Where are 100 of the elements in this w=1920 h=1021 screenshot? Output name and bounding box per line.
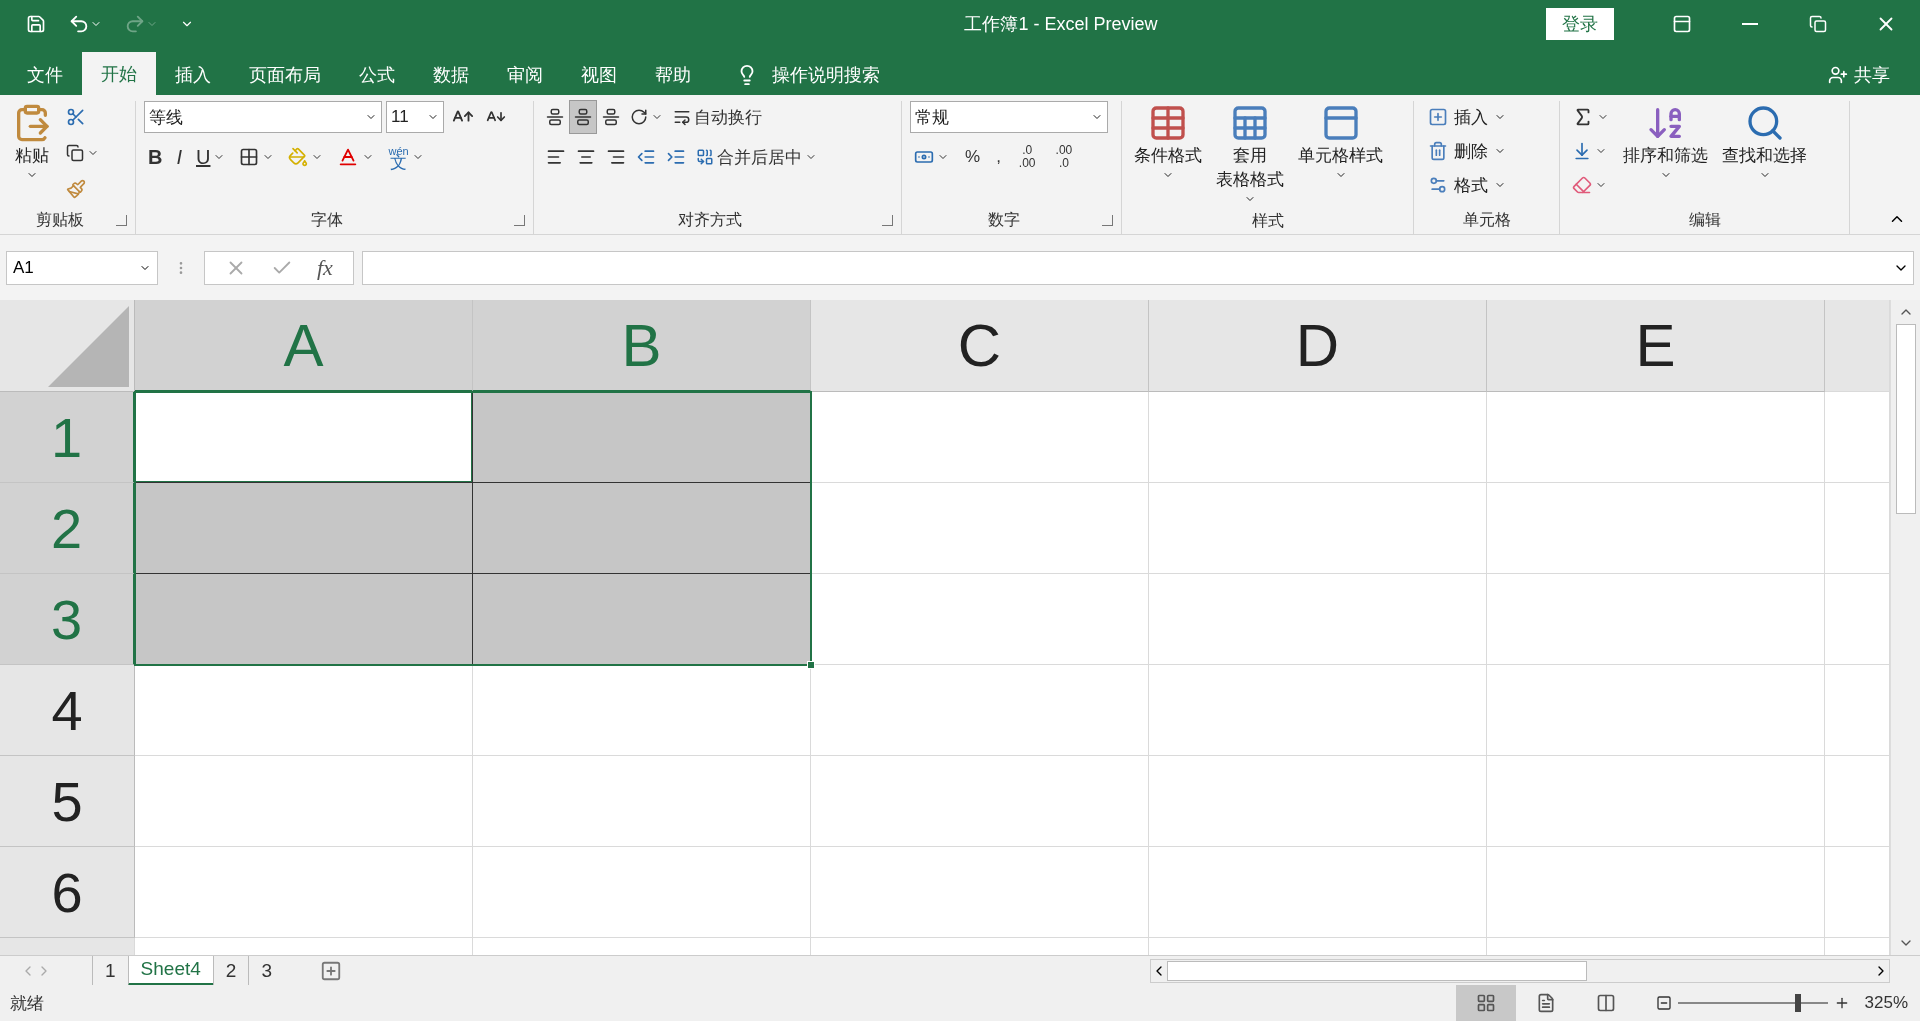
name-box[interactable]: A1 <box>6 250 158 285</box>
slider-thumb[interactable] <box>1795 994 1801 1012</box>
find-select-button[interactable]: 查找和选择 <box>1718 101 1811 206</box>
cells-button[interactable]: 插入 <box>1422 101 1512 133</box>
row-header[interactable]: 3 <box>0 574 135 665</box>
ribbon-tab[interactable]: 公式 <box>340 55 414 95</box>
merge-icon <box>696 148 714 166</box>
ribbon-tab[interactable]: 文件 <box>8 55 82 95</box>
wrap-text-button[interactable]: 自动换行 <box>669 101 766 133</box>
zoom-level: 325% <box>1863 993 1909 1013</box>
scrollbar-thumb[interactable] <box>1895 324 1916 514</box>
fill-handle[interactable] <box>807 661 815 669</box>
table-cell[interactable] <box>473 392 811 483</box>
underline-button[interactable]: U <box>192 141 230 173</box>
column-header[interactable]: C <box>811 300 1149 392</box>
row-header[interactable]: 6 <box>0 847 135 938</box>
group-label: 样式 <box>1250 210 1285 231</box>
percent-button[interactable]: % <box>961 141 985 173</box>
dialog-launcher-icon[interactable] <box>882 214 893 226</box>
scrollbar-thumb[interactable] <box>1167 960 1587 981</box>
ribbon-tab[interactable]: 页面布局 <box>230 55 340 95</box>
minimize-icon[interactable] <box>1742 23 1758 25</box>
paste-button[interactable]: 粘贴 <box>8 101 56 206</box>
group-label: 剪贴板 <box>35 210 85 230</box>
ribbon-tab[interactable]: 数据 <box>414 55 488 95</box>
horizontal-scrollbar[interactable] <box>1150 958 1890 983</box>
columns-icon <box>1596 993 1616 1013</box>
paintbrush-icon <box>66 179 86 199</box>
group-label: 字体 <box>310 210 344 230</box>
align-icon <box>602 108 620 126</box>
tell-me-search[interactable]: 操作说明搜索 <box>772 63 880 87</box>
select-all-button[interactable] <box>0 300 135 392</box>
vertical-scrollbar[interactable] <box>1890 300 1920 955</box>
group-label: 编辑 <box>1687 210 1722 230</box>
trash-icon <box>1428 141 1448 161</box>
table-icon <box>1230 103 1270 143</box>
formula-input[interactable] <box>361 250 1914 285</box>
sign-in-button[interactable]: 登录 <box>1546 8 1614 40</box>
indent-decrease-icon <box>636 147 656 167</box>
ribbon-tab[interactable]: 审阅 <box>488 55 562 95</box>
bold-button[interactable]: B <box>144 141 167 173</box>
font-name-field[interactable]: 等线 <box>144 101 382 133</box>
comma-button[interactable]: , <box>992 141 1005 173</box>
row-header[interactable]: 1 <box>0 392 135 483</box>
scissors-icon <box>66 107 86 127</box>
dialog-launcher-icon[interactable] <box>514 214 525 226</box>
style-button[interactable]: 套用 表格格式 <box>1212 101 1288 207</box>
merge-center-button[interactable]: 合并后居中 <box>692 141 821 173</box>
number-format-field[interactable]: 常规 <box>910 101 1108 133</box>
vertical-align-button[interactable] <box>570 101 596 133</box>
share-icon <box>1828 65 1848 85</box>
column-header[interactable]: E <box>1487 300 1825 392</box>
undo-icon <box>68 13 90 35</box>
ribbon-tab[interactable]: 帮助 <box>636 55 710 95</box>
increase-decimal-button[interactable]: .0 .00 <box>1012 143 1042 171</box>
add-sheet-icon <box>319 959 342 982</box>
group-label: 数字 <box>987 210 1021 230</box>
cells-button[interactable]: 删除 <box>1422 135 1512 167</box>
dialog-launcher-icon[interactable] <box>1102 214 1113 226</box>
table-cell[interactable] <box>135 483 473 574</box>
column-header[interactable] <box>1825 300 1890 392</box>
column-header[interactable]: B <box>473 300 811 392</box>
dialog-launcher-icon[interactable] <box>116 214 127 226</box>
italic-button[interactable]: I <box>172 141 186 173</box>
window-title: 工作簿1 - Excel Preview <box>963 13 1159 36</box>
page-icon <box>1536 993 1556 1013</box>
decrease-decimal-button[interactable]: .00 .0 <box>1049 143 1079 171</box>
rotate-icon <box>630 108 648 126</box>
column-header[interactable]: D <box>1149 300 1487 392</box>
indent-increase-icon <box>666 147 686 167</box>
row-header[interactable]: 5 <box>0 756 135 847</box>
group-label: 对齐方式 <box>677 210 743 230</box>
row-header[interactable]: 2 <box>0 483 135 574</box>
sort-filter-button[interactable]: 排序和筛选 <box>1619 101 1712 206</box>
table-cell[interactable] <box>135 392 473 483</box>
copy-icon <box>66 144 84 162</box>
status-text: 就绪 <box>10 992 45 1015</box>
insert-function-button[interactable]: fx <box>317 254 333 281</box>
style-button[interactable]: 条件格式 <box>1130 101 1206 207</box>
redo-icon <box>124 13 146 35</box>
ribbon-tab[interactable]: 插入 <box>156 55 230 95</box>
align-icon <box>574 108 592 126</box>
sheet-tab[interactable]: Sheet4 <box>127 955 213 986</box>
view-button[interactable] <box>1456 985 1516 1021</box>
ribbon-tab[interactable]: 视图 <box>562 55 636 95</box>
restore-icon <box>1809 15 1827 33</box>
row-header[interactable]: 4 <box>0 665 135 756</box>
table-cell[interactable] <box>473 483 811 574</box>
font-size-field[interactable]: 11 <box>386 101 444 133</box>
ribbon-tab[interactable]: 开始 <box>82 52 156 95</box>
table-cell[interactable] <box>473 574 811 665</box>
table-cell[interactable] <box>135 574 473 665</box>
cells-button[interactable]: 格式 <box>1422 169 1512 201</box>
share-button[interactable]: 共享 <box>1854 63 1890 87</box>
column-header[interactable]: A <box>135 300 473 392</box>
style-button[interactable]: 单元格样式 <box>1294 101 1387 207</box>
align-right-icon <box>606 147 626 167</box>
wrap-icon <box>673 108 691 126</box>
phonetic-button[interactable]: wén 文 <box>384 141 428 173</box>
grid-icon <box>1476 993 1496 1013</box>
